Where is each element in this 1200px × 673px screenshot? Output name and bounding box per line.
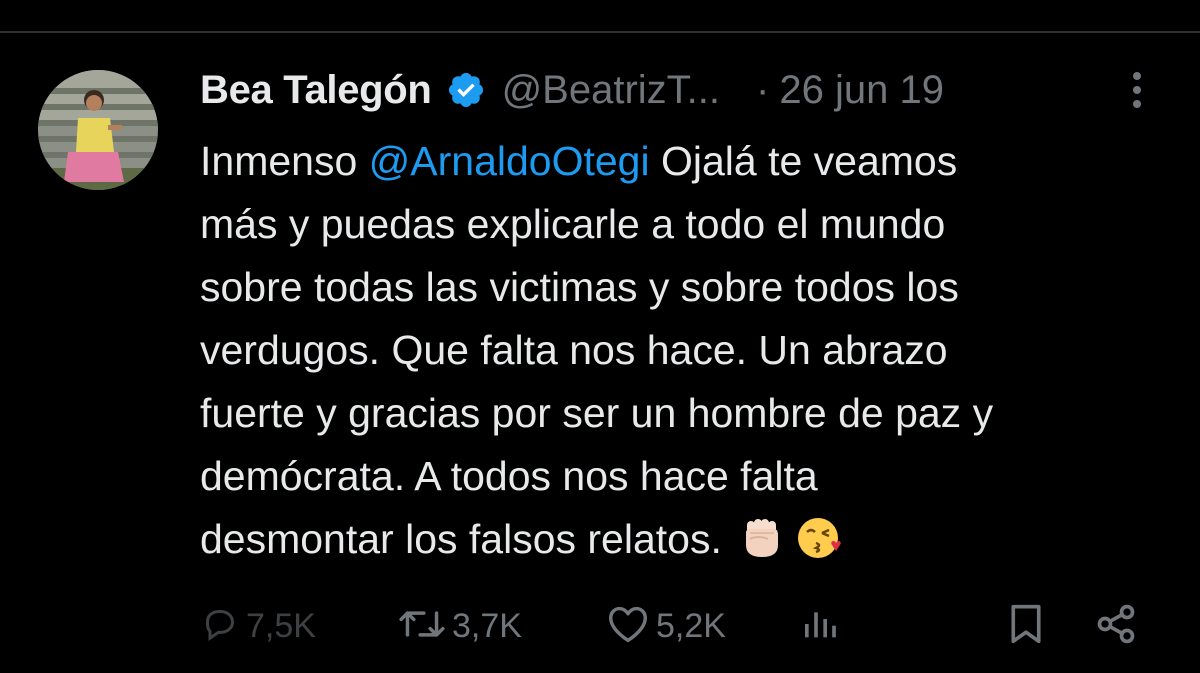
like-count: 5,2K bbox=[656, 606, 726, 645]
tweet-text: Inmenso @ArnaldoOtegi Ojalá te veamos má… bbox=[200, 130, 1160, 571]
share-button[interactable] bbox=[1094, 598, 1138, 654]
mention-link[interactable]: @ArnaldoOtegi bbox=[369, 138, 650, 184]
avatar[interactable] bbox=[38, 70, 158, 190]
author-name[interactable]: Bea Talegón bbox=[200, 68, 432, 113]
bookmark-icon bbox=[1006, 602, 1046, 651]
more-options-icon[interactable] bbox=[1123, 70, 1151, 114]
tweet-text-segment: desmontar los falsos relatos. bbox=[200, 516, 722, 562]
tweet-text-line: demócrata. A todos nos hace falta bbox=[200, 453, 818, 499]
reply-button[interactable]: 7,5K bbox=[200, 598, 316, 654]
retweet-button[interactable]: 3,7K bbox=[398, 598, 522, 654]
retweet-icon bbox=[398, 604, 446, 649]
bookmark-button[interactable] bbox=[1006, 598, 1046, 654]
reply-icon bbox=[200, 604, 240, 649]
top-divider bbox=[0, 31, 1200, 33]
tweet-header: Bea Talegón @BeatrizT... · 26 jun 19 bbox=[200, 64, 944, 116]
retweet-count: 3,7K bbox=[452, 606, 522, 645]
raised-fist-emoji bbox=[738, 515, 784, 561]
tweet-text-line: verdugos. Que falta nos hace. Un abrazo bbox=[200, 327, 948, 373]
separator-dot: · bbox=[756, 67, 770, 112]
tweet-date[interactable]: 26 jun 19 bbox=[779, 68, 944, 113]
views-icon bbox=[800, 604, 840, 649]
face-blowing-kiss-emoji bbox=[796, 515, 842, 561]
tweet-text-line: fuerte y gracias por ser un hombre de pa… bbox=[200, 390, 994, 436]
like-button[interactable]: 5,2K bbox=[606, 598, 726, 654]
author-handle[interactable]: @BeatrizT... bbox=[502, 68, 720, 113]
tweet-text-line: sobre todas las victimas y sobre todos l… bbox=[200, 264, 959, 310]
views-button[interactable] bbox=[800, 598, 840, 654]
action-bar: 7,5K 3,7K 5,2K bbox=[0, 598, 1200, 654]
share-icon bbox=[1094, 602, 1138, 651]
heart-icon bbox=[606, 604, 650, 649]
tweet-text-segment: Inmenso bbox=[200, 138, 369, 184]
tweet-text-line: Inmenso @ArnaldoOtegi Ojalá te veamos bbox=[200, 130, 1160, 193]
tweet-text-line: más y puedas explicarle a todo el mundo bbox=[200, 201, 946, 247]
tweet-text-line: desmontar los falsos relatos. bbox=[200, 508, 1160, 571]
reply-count: 7,5K bbox=[246, 606, 316, 645]
tweet-text-segment: Ojalá te veamos bbox=[649, 138, 958, 184]
verified-badge-icon bbox=[446, 70, 486, 110]
